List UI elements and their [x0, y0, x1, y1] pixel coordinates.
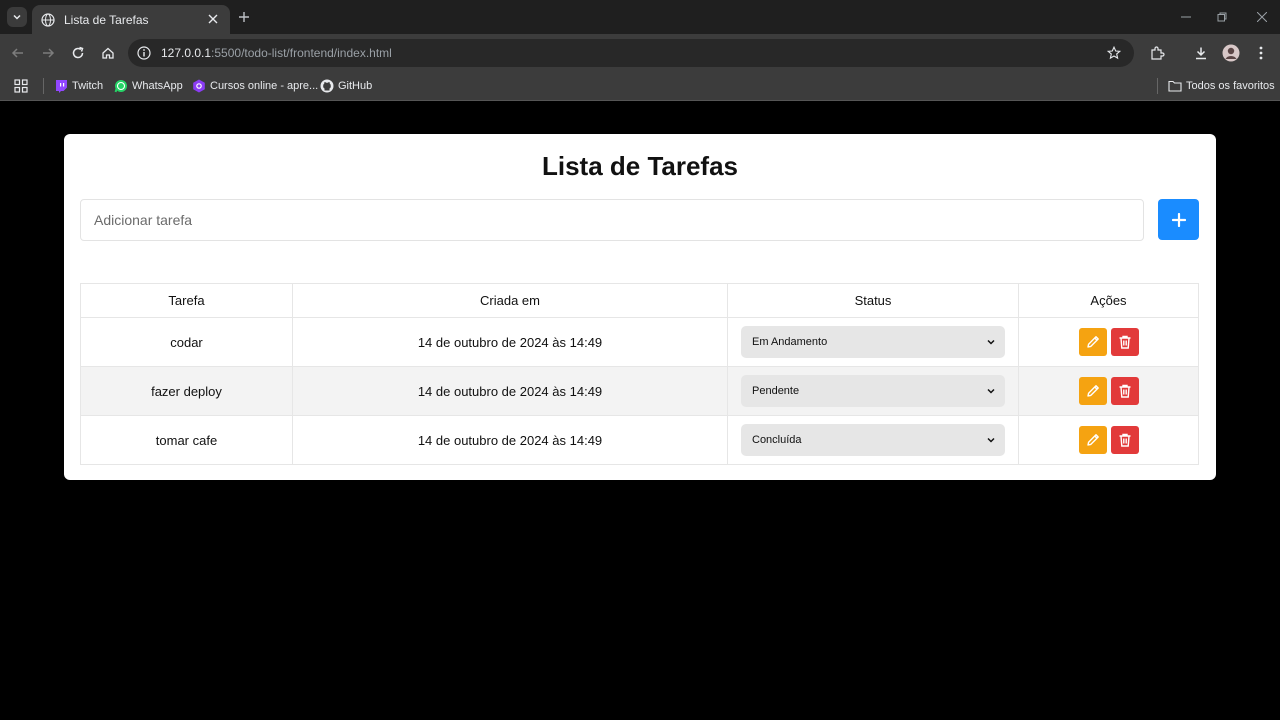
bookmark-whatsapp[interactable]: WhatsApp: [114, 78, 183, 94]
tasks-table: Tarefa Criada em Status Ações codar 14 d…: [80, 283, 1199, 465]
task-created: 14 de outubro de 2024 às 14:49: [292, 415, 728, 465]
header-actions: Ações: [1018, 283, 1199, 318]
edit-button[interactable]: [1078, 377, 1107, 405]
site-info-icon[interactable]: [137, 46, 151, 60]
header-task: Tarefa: [80, 283, 293, 318]
bookmark-cursos[interactable]: Cursos online - apre...: [192, 78, 318, 94]
menu-kebab-icon[interactable]: [1251, 43, 1271, 63]
status-select[interactable]: Em Andamento: [741, 326, 1005, 358]
bookmark-label: WhatsApp: [132, 80, 183, 92]
restore-icon[interactable]: [1214, 9, 1230, 25]
edit-button[interactable]: [1078, 426, 1107, 454]
address-bar[interactable]: 127.0.0.1:5500/todo-list/frontend/index.…: [128, 39, 1134, 67]
tab-title: Lista de Tarefas: [64, 12, 149, 27]
all-bookmarks-folder[interactable]: Todos os favoritos: [1168, 78, 1275, 94]
url-path: :5500/todo-list/frontend/index.html: [211, 46, 392, 60]
whatsapp-icon: [114, 79, 128, 93]
bookmarks-divider: [43, 78, 44, 94]
page-title: Lista de Tarefas: [541, 151, 739, 181]
new-tab-icon[interactable]: [236, 9, 252, 25]
chevron-down-icon: [985, 336, 997, 348]
twitch-icon: [54, 79, 68, 93]
status-select[interactable]: Pendente: [741, 375, 1005, 407]
tab-search-button[interactable]: [7, 7, 27, 27]
actions-cell: [1018, 415, 1199, 465]
chevron-down-icon: [985, 434, 997, 446]
table-row: codar 14 de outubro de 2024 às 14:49 Em …: [80, 317, 1199, 367]
chevron-down-icon: [985, 385, 997, 397]
table-row: tomar cafe 14 de outubro de 2024 às 14:4…: [80, 415, 1199, 465]
bookmarks-bar: Twitch WhatsApp Cursos online - apre... …: [0, 72, 1280, 101]
github-icon: [320, 79, 334, 93]
task-name: tomar cafe: [80, 415, 293, 465]
status-cell: Concluída: [727, 415, 1019, 465]
bookmark-label: GitHub: [338, 80, 373, 92]
back-icon[interactable]: [8, 43, 28, 63]
all-bookmarks-label: Todos os favoritos: [1186, 80, 1275, 92]
task-created: 14 de outubro de 2024 às 14:49: [292, 317, 728, 367]
status-value: Concluída: [752, 434, 802, 446]
reload-icon[interactable]: [68, 43, 88, 63]
header-status: Status: [727, 283, 1019, 318]
forward-icon[interactable]: [38, 43, 58, 63]
course-site-icon: [192, 79, 206, 93]
add-task-button[interactable]: [1158, 199, 1199, 240]
bookmark-github[interactable]: GitHub: [320, 78, 372, 94]
header-created: Criada em: [292, 283, 728, 318]
bookmark-label: Cursos online - apre...: [210, 80, 319, 92]
bookmark-star-icon[interactable]: [1106, 45, 1122, 61]
pencil-icon: [1086, 385, 1099, 397]
pencil-icon: [1086, 434, 1099, 446]
actions-cell: [1018, 317, 1199, 367]
table-row: fazer deploy 14 de outubro de 2024 às 14…: [80, 366, 1199, 416]
tab-strip: Lista de Tarefas: [0, 0, 1280, 34]
table-header-row: Tarefa Criada em Status Ações: [80, 283, 1199, 318]
bookmark-twitch[interactable]: Twitch: [54, 78, 103, 94]
actions-cell: [1018, 366, 1199, 416]
status-value: Em Andamento: [752, 336, 828, 348]
status-cell: Em Andamento: [727, 317, 1019, 367]
close-tab-icon[interactable]: [206, 12, 220, 26]
status-select[interactable]: Concluída: [741, 424, 1005, 456]
task-input[interactable]: [80, 199, 1144, 241]
trash-icon: [1119, 433, 1130, 447]
close-window-icon[interactable]: [1254, 9, 1270, 25]
globe-icon: [41, 12, 55, 27]
download-icon[interactable]: [1191, 43, 1211, 63]
pencil-icon: [1086, 336, 1099, 348]
page-viewport: Lista de Tarefas Tarefa Criada em Status…: [0, 101, 1280, 720]
task-name: fazer deploy: [80, 366, 293, 416]
todo-card: Lista de Tarefas Tarefa Criada em Status…: [64, 134, 1216, 480]
status-cell: Pendente: [727, 366, 1019, 416]
browser-toolbar: 127.0.0.1:5500/todo-list/frontend/index.…: [0, 34, 1280, 72]
avatar[interactable]: [1221, 43, 1241, 63]
status-value: Pendente: [752, 385, 800, 397]
minimize-icon[interactable]: [1178, 9, 1194, 25]
extensions-icon[interactable]: [1147, 43, 1167, 63]
task-created: 14 de outubro de 2024 às 14:49: [292, 366, 728, 416]
apps-grid-icon[interactable]: [14, 78, 28, 94]
url-text: 127.0.0.1:5500/todo-list/frontend/index.…: [161, 46, 392, 60]
task-name: codar: [80, 317, 293, 367]
bookmark-label: Twitch: [72, 80, 104, 92]
edit-button[interactable]: [1078, 328, 1107, 356]
folder-icon: [1168, 79, 1182, 93]
chevron-down-icon: [13, 14, 21, 20]
delete-button[interactable]: [1110, 377, 1139, 405]
delete-button[interactable]: [1110, 328, 1139, 356]
delete-button[interactable]: [1110, 426, 1139, 454]
url-host: 127.0.0.1: [161, 46, 212, 60]
trash-icon: [1119, 335, 1130, 349]
home-icon[interactable]: [98, 43, 118, 63]
bookmarks-divider: [1157, 78, 1158, 94]
trash-icon: [1119, 384, 1130, 398]
active-tab[interactable]: Lista de Tarefas: [32, 5, 230, 34]
plus-icon: [1171, 212, 1186, 227]
